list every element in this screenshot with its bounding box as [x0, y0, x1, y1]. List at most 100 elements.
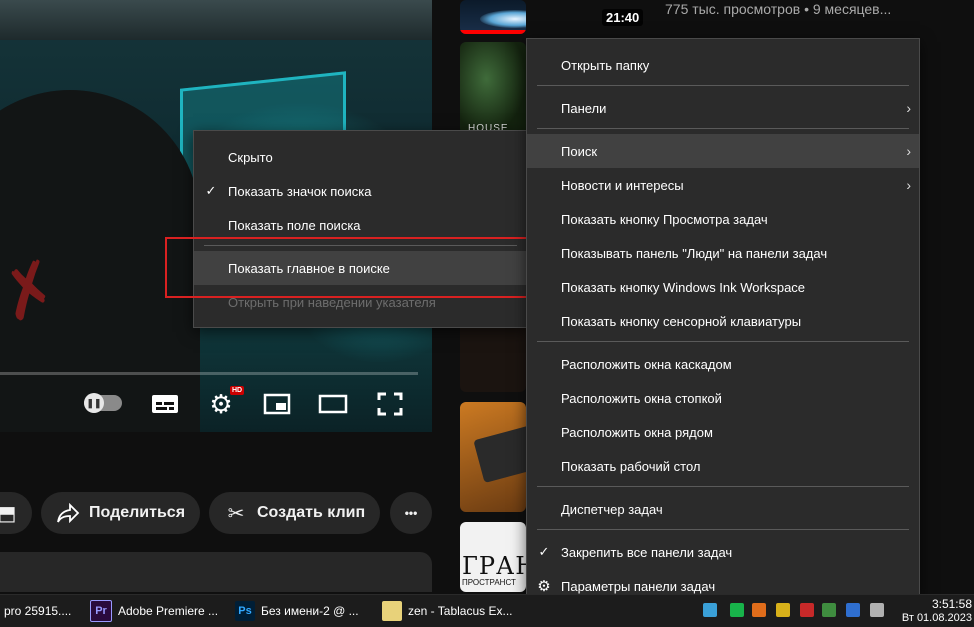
menu-item-show-desktop[interactable]: Показать рабочий стол — [527, 449, 919, 483]
tray-icon[interactable] — [822, 603, 836, 617]
menu-item-people-button[interactable]: Показывать панель "Люди" на панели задач — [527, 236, 919, 270]
autoplay-toggle[interactable]: ❚❚ — [84, 393, 122, 413]
checkmark-icon: ✓ — [205, 183, 217, 198]
theater-mode-button[interactable] — [318, 390, 348, 418]
recommended-thumbnail-3[interactable] — [460, 322, 526, 392]
taskbar-app-label: Без имени-2 @ ... — [261, 604, 359, 618]
taskbar-app-tablacus[interactable]: zen - Tablacus Ex... — [382, 595, 513, 627]
create-clip-label: Создать клип — [257, 504, 366, 521]
taskbar-app-label: zen - Tablacus Ex... — [408, 604, 513, 618]
menu-item-open-folder[interactable]: Открыть папку — [527, 48, 919, 82]
menu-item-label: Показывать панель "Люди" на панели задач — [561, 245, 828, 261]
menu-item-label: Расположить окна каскадом — [561, 356, 732, 372]
menu-item-label: Показать кнопку Просмотра задач — [561, 211, 768, 227]
tray-icon[interactable] — [870, 603, 884, 617]
watched-progress-bar — [460, 30, 526, 34]
menu-item-hidden[interactable]: Скрыто — [194, 140, 527, 174]
recommended-thumbnail-5[interactable]: ГРАН ПРОСТРАНСТ — [460, 522, 526, 592]
search-submenu: Скрыто ✓ Показать значок поиска Показать… — [193, 130, 528, 328]
tray-icon[interactable] — [730, 603, 744, 617]
taskbar-app-photoshop[interactable]: Ps Без имени-2 @ ... — [235, 595, 359, 627]
menu-item-label: Диспетчер задач — [561, 501, 663, 517]
fullscreen-button[interactable] — [375, 390, 405, 418]
share-button[interactable]: Поделиться — [41, 492, 200, 534]
menu-separator — [537, 128, 909, 129]
clock-date[interactable]: Вт 01.08.2023 — [902, 612, 972, 624]
create-clip-button[interactable]: ✂ Создать клип — [209, 492, 380, 534]
menu-item-label: Скрыто — [228, 149, 273, 165]
menu-item-task-manager[interactable]: Диспетчер задач — [527, 492, 919, 526]
video-duration: 21:40 — [602, 9, 644, 26]
subtitles-icon — [152, 395, 178, 413]
description-box[interactable] — [0, 552, 432, 592]
menu-item-label: Поиск — [561, 143, 598, 159]
fullscreen-icon — [377, 392, 403, 416]
menu-item-ink-workspace-button[interactable]: Показать кнопку Windows Ink Workspace — [527, 270, 919, 304]
thumbnail-subtext: ПРОСТРАНСТ — [462, 578, 516, 587]
windows-taskbar: pro 25915.... Pr Adobe Premiere ... Ps Б… — [0, 594, 974, 627]
menu-item-label: Панели — [561, 100, 607, 116]
video-meta: 775 тыс. просмотров • 9 месяцев... — [665, 1, 892, 17]
menu-separator — [537, 486, 909, 487]
scissors-icon: ✂ — [227, 502, 245, 525]
menu-item-label: Открыть папку — [561, 57, 650, 73]
menu-item-label: Расположить окна рядом — [561, 424, 713, 440]
video-progress-bar[interactable] — [0, 372, 418, 375]
highlight-annotation-box — [165, 237, 547, 298]
menu-separator — [537, 529, 909, 530]
menu-separator — [537, 341, 909, 342]
menu-item-task-view-button[interactable]: Показать кнопку Просмотра задач — [527, 202, 919, 236]
taskbar-app-1[interactable]: pro 25915.... — [4, 595, 71, 627]
clock-time[interactable]: 3:51:58 — [932, 597, 972, 611]
taskbar-app-premiere[interactable]: Pr Adobe Premiere ... — [90, 595, 218, 627]
tray-icon[interactable] — [703, 603, 717, 617]
gear-icon: ⚙ — [537, 578, 551, 595]
menu-item-side-by-side-windows[interactable]: Расположить окна рядом — [527, 415, 919, 449]
premiere-icon: Pr — [90, 600, 112, 622]
photoshop-icon: Ps — [235, 601, 255, 621]
menu-item-label: Показать кнопку Windows Ink Workspace — [561, 279, 806, 295]
menu-separator — [537, 85, 909, 86]
menu-item-news-interests[interactable]: Новости и интересы › — [527, 168, 919, 202]
more-actions-button[interactable]: ••• — [390, 492, 432, 534]
pause-icon: ❚❚ — [84, 393, 104, 413]
checkmark-icon: ✓ — [538, 544, 550, 559]
thumbnail-text: ГРАН — [462, 552, 526, 580]
tray-icon[interactable] — [846, 603, 860, 617]
menu-item-cascade-windows[interactable]: Расположить окна каскадом — [527, 347, 919, 381]
dislike-button[interactable]: ⬒ — [0, 492, 32, 534]
thumb-down-icon: ⬒ — [0, 502, 17, 525]
chevron-right-icon: › — [906, 177, 911, 193]
share-icon — [55, 503, 81, 523]
recommended-thumbnail-4[interactable] — [460, 402, 526, 512]
menu-item-label: Параметры панели задач — [561, 578, 716, 594]
miniplayer-button[interactable] — [262, 390, 292, 418]
video-background-shelf — [0, 0, 432, 40]
share-label: Поделиться — [89, 504, 186, 521]
taskbar-app-label: Adobe Premiere ... — [118, 604, 219, 618]
menu-item-label: Показать кнопку сенсорной клавиатуры — [561, 313, 802, 329]
hd-badge: HD — [230, 386, 245, 395]
chevron-right-icon: › — [906, 100, 911, 116]
miniplayer-icon — [263, 393, 291, 415]
menu-item-label: Показать поле поиска — [228, 217, 361, 233]
menu-item-label: Закрепить все панели задач — [561, 544, 733, 560]
folder-icon — [382, 601, 402, 621]
recommended-thumbnail-2[interactable]: HOUSE — [460, 42, 526, 134]
menu-item-show-search-icon[interactable]: ✓ Показать значок поиска — [194, 174, 527, 208]
menu-item-stack-windows[interactable]: Расположить окна стопкой — [527, 381, 919, 415]
menu-item-search[interactable]: Поиск › — [527, 134, 919, 168]
thumbnail-chip-image — [473, 424, 526, 484]
tray-icon[interactable] — [752, 603, 766, 617]
menu-item-toolbars[interactable]: Панели › — [527, 91, 919, 125]
recommended-thumbnail-1[interactable] — [460, 0, 526, 34]
menu-item-touch-keyboard-button[interactable]: Показать кнопку сенсорной клавиатуры — [527, 304, 919, 338]
taskbar-context-menu: Открыть папку Панели › Поиск › Новости и… — [526, 38, 920, 596]
theater-mode-icon — [318, 394, 348, 414]
tray-icon[interactable] — [776, 603, 790, 617]
subtitles-button[interactable] — [150, 390, 180, 418]
menu-item-lock-taskbar[interactable]: ✓ Закрепить все панели задач — [527, 535, 919, 569]
menu-item-label: Расположить окна стопкой — [561, 390, 722, 406]
tray-icon[interactable] — [800, 603, 814, 617]
taskbar-app-label: pro 25915.... — [4, 604, 72, 618]
